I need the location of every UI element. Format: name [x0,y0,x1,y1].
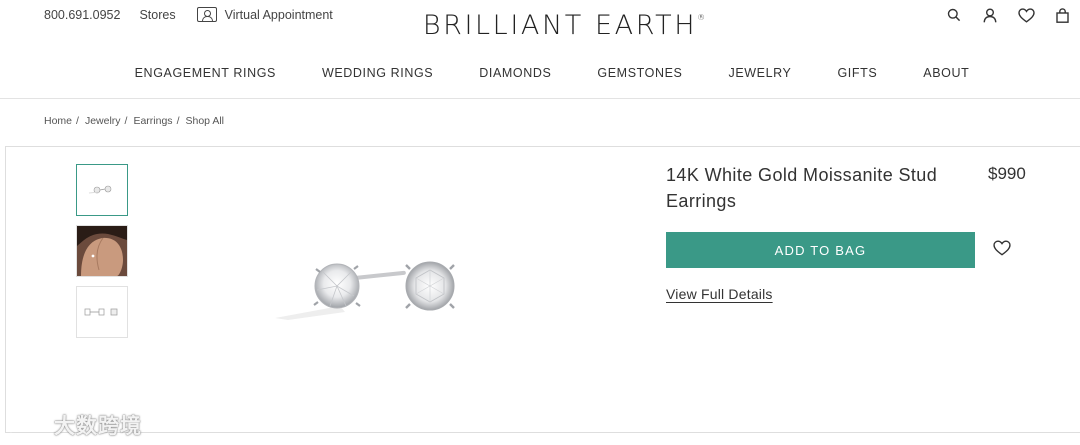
nav-diamonds[interactable]: DIAMONDS [479,66,551,80]
product-main-image[interactable] [270,232,470,332]
thumbnail-list [76,164,128,347]
main-navigation: ENGAGEMENT RINGS WEDDING RINGS DIAMONDS … [0,66,1080,80]
search-icon[interactable] [944,6,964,24]
breadcrumb-separator: / [76,115,79,127]
nav-about[interactable]: ABOUT [923,66,969,80]
nav-wedding-rings[interactable]: WEDDING RINGS [322,66,433,80]
breadcrumb-jewelry[interactable]: Jewelry [85,115,121,127]
breadcrumb: Home / Jewelry / Earrings / Shop All [44,115,228,127]
registered-mark: ® [697,13,706,22]
watermark-text: 大数跨境 [54,415,142,438]
add-to-bag-button[interactable]: ADD TO BAG [666,232,975,268]
earrings-pair-thumbnail[interactable] [76,164,128,216]
breadcrumb-separator: / [124,115,128,127]
account-icon[interactable] [980,6,1000,24]
bag-icon[interactable] [1052,6,1072,24]
header-utility-right [928,6,1072,24]
nav-gifts[interactable]: GIFTS [837,66,877,80]
nav-jewelry[interactable]: JEWELRY [728,66,791,80]
nav-gemstones[interactable]: GEMSTONES [597,66,682,80]
nav-engagement-rings[interactable]: ENGAGEMENT RINGS [135,66,276,80]
watermark-logo-icon [10,416,46,433]
watermark: 大数跨境 [8,410,142,440]
breadcrumb-shop-all[interactable]: Shop All [185,115,224,127]
model-wearing-earring-thumbnail[interactable] [76,225,128,277]
nav-divider [0,98,1080,99]
breadcrumb-separator: / [176,115,180,127]
brand-logo[interactable]: BRILLIANT EARTH® [0,10,1080,41]
breadcrumb-home[interactable]: Home [44,115,72,127]
view-full-details-link[interactable]: View Full Details [666,286,773,302]
heart-icon[interactable] [1016,6,1036,24]
earrings-side-view-thumbnail[interactable] [76,286,128,338]
brand-logo-text: BRILLIANT EARTH [422,10,698,41]
breadcrumb-earrings[interactable]: Earrings [133,115,172,127]
wishlist-heart-icon[interactable] [993,240,1013,258]
product-title: 14K White Gold Moissanite Stud Earrings [666,165,938,211]
product-price: $990 [988,164,1026,183]
